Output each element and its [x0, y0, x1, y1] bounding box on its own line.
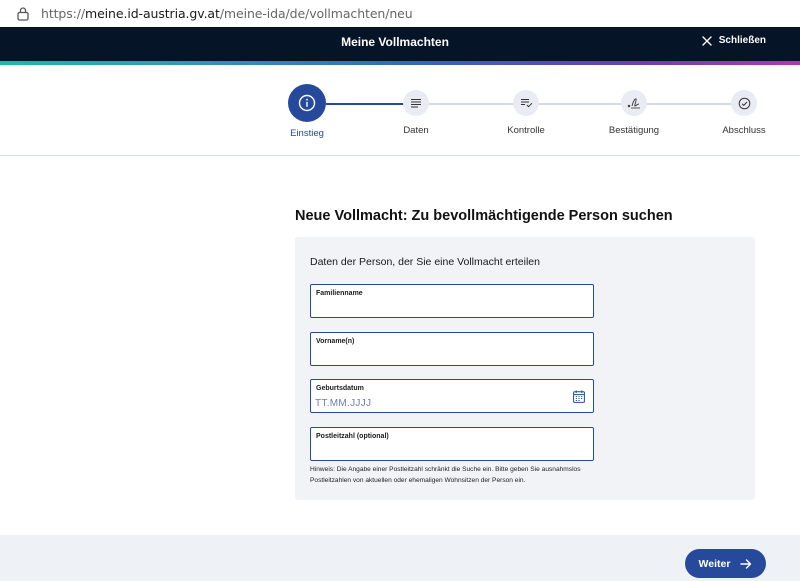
check-circle-icon — [731, 90, 757, 116]
birthdate-input[interactable] — [315, 395, 565, 411]
page-title: Meine Vollmachten — [341, 35, 449, 49]
list-icon — [403, 90, 429, 116]
next-button[interactable]: Weiter — [685, 549, 766, 578]
step-label-bestaetigung: Bestätigung — [608, 125, 660, 136]
birthdate-field[interactable]: Geburtsdatum — [310, 379, 594, 413]
step-bestaetigung: Bestätigung — [604, 90, 664, 136]
lastname-input[interactable] — [315, 299, 565, 315]
url-path: /meine-ida/de/vollmachten/neu — [219, 6, 413, 21]
step-einstieg: Einstieg — [288, 84, 326, 139]
url-scheme: https:// — [41, 6, 86, 21]
arrow-right-icon — [740, 558, 752, 569]
postcode-label: Postleitzahl (optional) — [316, 433, 389, 440]
close-label: Schließen — [718, 35, 766, 46]
info-icon — [288, 84, 326, 122]
close-button[interactable]: Schließen — [702, 35, 766, 46]
postcode-hint: Hinweis: Die Angabe einer Postleitzahl s… — [310, 464, 610, 486]
step-abschluss: Abschluss — [714, 90, 774, 136]
url-text[interactable]: https://meine.id-austria.gv.at/meine-ida… — [41, 6, 413, 21]
calendar-icon[interactable] — [573, 390, 585, 403]
signature-icon — [621, 90, 647, 116]
form-heading: Neue Vollmacht: Zu bevollmächtigende Per… — [295, 208, 673, 224]
url-host: meine.id-austria.gv.at — [85, 6, 220, 21]
step-label-abschluss: Abschluss — [722, 125, 766, 136]
lastname-field[interactable]: Familienname — [310, 284, 594, 318]
browser-address-bar[interactable]: https://meine.id-austria.gv.at/meine-ida… — [0, 0, 800, 27]
step-label-einstieg: Einstieg — [290, 128, 324, 139]
close-icon — [702, 35, 712, 46]
postcode-input[interactable] — [315, 442, 565, 458]
progress-stepper: Einstieg Daten Kontrolle Bestätigung Abs… — [0, 65, 800, 156]
firstname-label: Vorname(n) — [316, 338, 355, 345]
step-daten: Daten — [386, 90, 446, 136]
postcode-hint-line-1: Hinweis: Die Angabe einer Postleitzahl s… — [310, 466, 581, 473]
footer-bar: Weiter — [0, 535, 800, 581]
app-header: Meine Vollmachten Schließen — [0, 27, 800, 61]
next-label: Weiter — [698, 557, 731, 570]
postcode-hint-line-2: Postleitzahlen von aktuellen oder ehemal… — [310, 477, 526, 484]
lastname-label: Familienname — [316, 290, 363, 297]
step-label-daten: Daten — [403, 125, 429, 136]
firstname-input[interactable] — [315, 347, 565, 363]
person-search-panel: Daten der Person, der Sie eine Vollmacht… — [295, 237, 755, 500]
firstname-field[interactable]: Vorname(n) — [310, 332, 594, 366]
panel-intro-text: Daten der Person, der Sie eine Vollmacht… — [310, 256, 540, 268]
birthdate-label: Geburtsdatum — [316, 385, 364, 392]
step-label-kontrolle: Kontrolle — [507, 125, 545, 136]
step-kontrolle: Kontrolle — [496, 90, 556, 136]
postcode-field[interactable]: Postleitzahl (optional) — [310, 427, 594, 461]
checklist-icon — [513, 90, 539, 116]
lock-icon — [17, 7, 29, 21]
